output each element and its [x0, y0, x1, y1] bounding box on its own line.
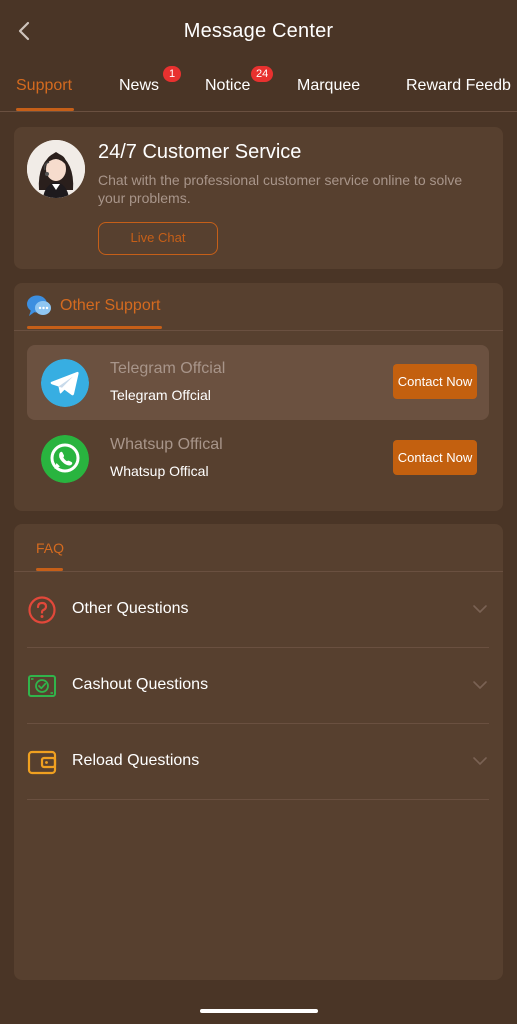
question-circle-icon	[28, 596, 56, 624]
tab-label: Notice	[205, 77, 251, 94]
active-tab-indicator	[16, 108, 74, 111]
contact-row-whatsapp[interactable]: Whatsup Offical Whatsup Offical Contact …	[27, 421, 489, 496]
chevron-left-icon	[18, 21, 30, 41]
tab-label: Marquee	[297, 77, 361, 94]
customer-service-title: 24/7 Customer Service	[98, 141, 302, 163]
cash-icon	[28, 675, 56, 697]
contact-subtitle: Telegram Offcial	[110, 387, 211, 403]
news-count-badge: 1	[163, 66, 181, 82]
faq-card: FAQ Other Questions Cashout Questions Re…	[14, 524, 503, 980]
tab-marquee[interactable]: Marquee	[297, 62, 361, 111]
faq-item-cashout-questions[interactable]: Cashout Questions	[27, 648, 489, 724]
contact-name: Whatsup Offical	[110, 436, 223, 453]
faq-item-other-questions[interactable]: Other Questions	[27, 572, 489, 648]
chat-bubbles-icon	[27, 295, 51, 316]
chevron-down-icon	[473, 605, 487, 613]
tab-support[interactable]: Support	[16, 62, 73, 111]
contact-name: Telegram Offcial	[110, 360, 226, 377]
faq-tab[interactable]: FAQ	[36, 540, 64, 556]
page-title: Message Center	[183, 19, 334, 42]
top-bar: Message Center	[0, 0, 517, 62]
contact-now-button[interactable]: Contact Now	[393, 440, 477, 475]
back-button[interactable]	[12, 18, 36, 44]
customer-service-card: 24/7 Customer Service Chat with the prof…	[14, 127, 503, 269]
agent-avatar	[27, 140, 85, 198]
divider	[14, 330, 503, 331]
faq-label: Other Questions	[72, 600, 189, 617]
chevron-down-icon	[473, 681, 487, 689]
notice-count-badge: 24	[251, 66, 274, 82]
wallet-icon	[27, 750, 57, 775]
contact-now-button[interactable]: Contact Now	[393, 364, 477, 399]
tab-bar: Support News 1 Notice 24 Marquee Reward …	[0, 62, 517, 112]
live-chat-button[interactable]: Live Chat	[98, 222, 218, 255]
tab-label: Reward Feedb	[406, 77, 511, 94]
tab-notice[interactable]: Notice	[205, 62, 251, 111]
other-support-card: Other Support Telegram Offcial Telegram …	[14, 283, 503, 511]
whatsapp-icon	[41, 435, 89, 483]
chevron-down-icon	[473, 757, 487, 765]
telegram-icon	[41, 359, 89, 407]
contact-subtitle: Whatsup Offical	[110, 463, 209, 479]
home-indicator	[200, 1009, 318, 1013]
tab-news[interactable]: News	[119, 62, 160, 111]
faq-label: Reload Questions	[72, 752, 200, 769]
other-support-underline	[27, 326, 162, 329]
contact-row-telegram[interactable]: Telegram Offcial Telegram Offcial Contac…	[27, 345, 489, 420]
tab-label: Support	[16, 77, 73, 94]
faq-item-reload-questions[interactable]: Reload Questions	[27, 724, 489, 800]
tab-label: News	[119, 77, 160, 94]
customer-service-description: Chat with the professional customer serv…	[98, 172, 463, 206]
other-support-heading: Other Support	[60, 297, 161, 314]
faq-label: Cashout Questions	[72, 676, 209, 693]
tab-reward-feedback[interactable]: Reward Feedb	[406, 62, 511, 111]
